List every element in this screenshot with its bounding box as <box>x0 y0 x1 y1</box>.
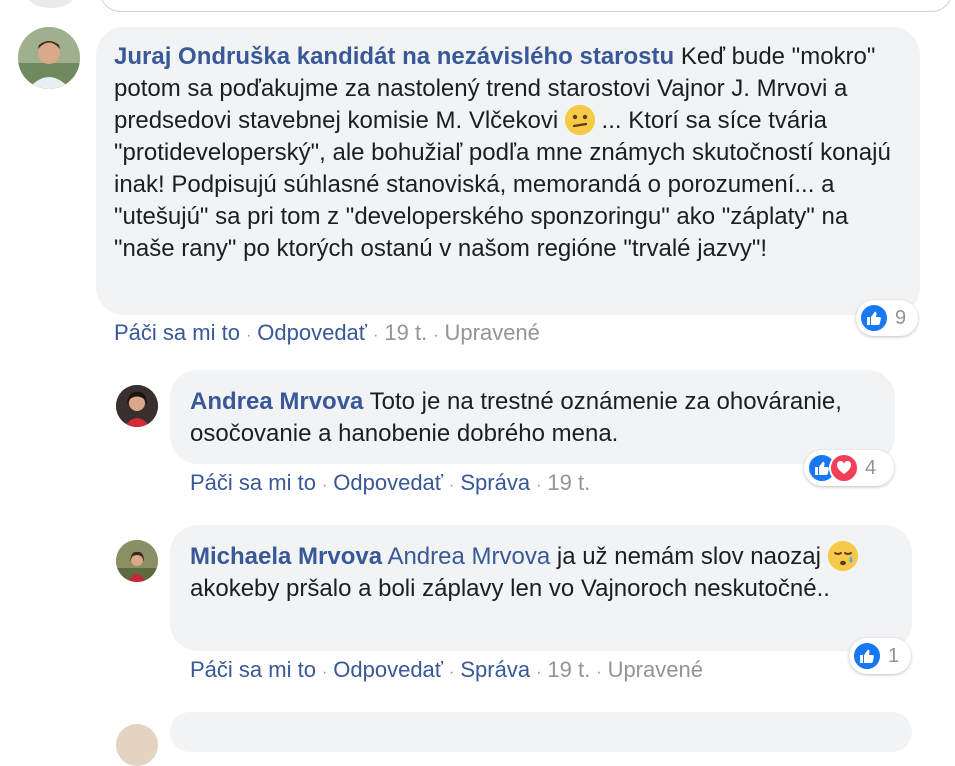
separator: · <box>245 327 252 344</box>
reply-link[interactable]: Odpovedať <box>333 657 443 682</box>
timestamp-link[interactable]: 19 t. <box>547 470 590 495</box>
separator: · <box>449 664 455 681</box>
avatar[interactable] <box>116 385 158 427</box>
confused-face-icon <box>564 105 595 135</box>
avatar-partial-bottom <box>116 724 158 766</box>
comment-actions: Páči sa mi to · Odpovedať · Správa · 19 t. · Upr… <box>190 657 703 683</box>
reaction-summary[interactable]: 9 <box>856 300 918 336</box>
avatar[interactable] <box>116 540 158 582</box>
separator: · <box>536 664 542 681</box>
avatar-partial-top <box>26 0 76 8</box>
comment-author[interactable]: Michaela Mrvova <box>190 543 382 570</box>
mention-link[interactable]: Andrea Mrvova <box>387 543 550 570</box>
reaction-summary[interactable]: 4 <box>804 450 894 486</box>
edited-link[interactable]: Upravené <box>445 320 540 345</box>
message-link[interactable]: Správa <box>460 470 530 495</box>
comment-actions: Páči sa mi to · Odpovedať · 19 t. · Upravené <box>114 320 540 346</box>
separator: · <box>596 664 602 681</box>
comment-bubble: Juraj Ondruška kandidát na nezávislého s… <box>96 27 920 315</box>
reaction-count: 9 <box>895 306 907 329</box>
comment-author[interactable]: Andrea Mrvova <box>190 388 363 415</box>
comment-actions: Páči sa mi to · Odpovedať · Správa · 19 t. <box>190 470 590 496</box>
love-reaction-icon <box>829 453 859 483</box>
comment-bubble: Andrea Mrvova Toto je na trestné oznámen… <box>170 370 895 464</box>
separator: · <box>449 477 455 494</box>
reply-link[interactable]: Odpovedať <box>333 470 443 495</box>
comment-bubble-partial <box>170 712 912 752</box>
separator: · <box>373 327 379 344</box>
comment-author[interactable]: Juraj Ondruška kandidát na nezávislého s… <box>114 43 674 70</box>
message-link[interactable]: Správa <box>460 657 530 682</box>
separator: · <box>321 664 328 681</box>
reaction-summary[interactable]: 1 <box>849 638 911 674</box>
like-reaction-icon <box>852 641 882 671</box>
separator: · <box>536 477 542 494</box>
timestamp-link[interactable]: 19 t. <box>547 657 590 682</box>
separator: · <box>433 327 439 344</box>
sleepy-face-icon <box>827 541 858 571</box>
like-reaction-icon <box>859 303 889 333</box>
reaction-count: 1 <box>888 644 900 667</box>
reply-link[interactable]: Odpovedať <box>257 320 367 345</box>
reaction-count: 4 <box>865 456 877 479</box>
reply-input-partial[interactable] <box>100 0 952 12</box>
avatar[interactable] <box>18 27 80 89</box>
comment-text: Juraj Ondruška kandidát na nezávislého s… <box>114 43 891 262</box>
comment-text: Andrea Mrvova Toto je na trestné oznámen… <box>190 388 842 447</box>
like-link[interactable]: Páči sa mi to <box>190 470 316 495</box>
comment-bubble: Michaela Mrvova Andrea Mrvova ja už nemá… <box>170 525 912 651</box>
timestamp-link[interactable]: 19 t. <box>384 320 427 345</box>
comment-text: Michaela Mrvova Andrea Mrvova ja už nemá… <box>190 541 892 605</box>
like-link[interactable]: Páči sa mi to <box>190 657 316 682</box>
edited-link[interactable]: Upravené <box>608 657 703 682</box>
separator: · <box>321 477 328 494</box>
like-link[interactable]: Páči sa mi to <box>114 320 240 345</box>
